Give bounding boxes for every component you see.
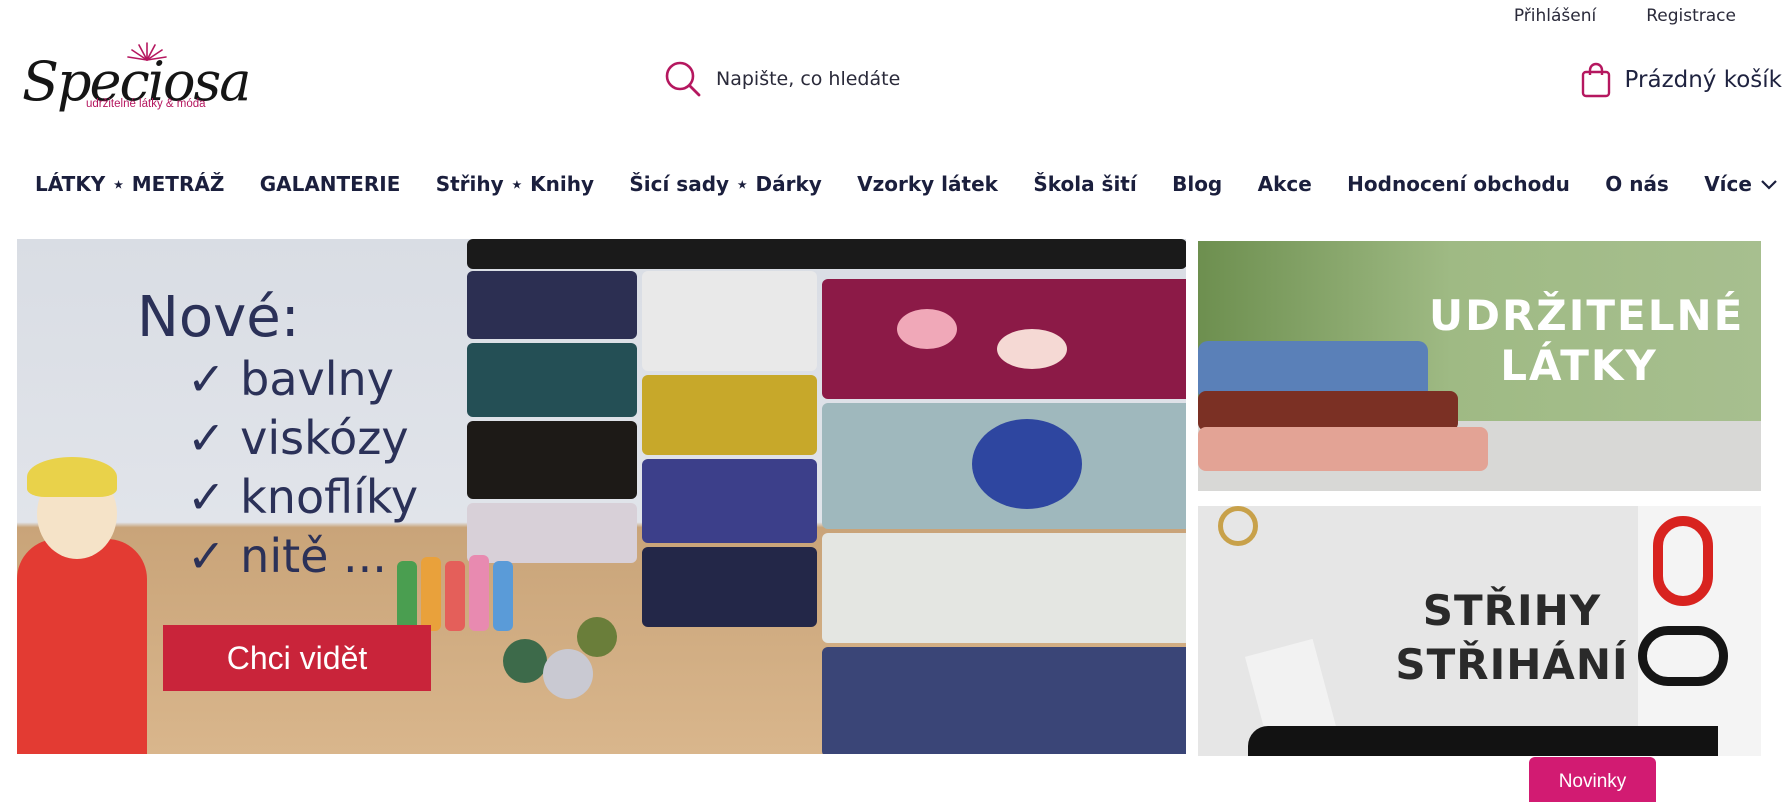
- cart[interactable]: Prázdný košík: [1581, 62, 1782, 98]
- nav-item-galanterie[interactable]: GALANTERIE: [260, 172, 401, 196]
- chevron-down-icon: [1761, 180, 1777, 190]
- nav-item-latky[interactable]: LÁTKY ⋆ METRÁŽ: [35, 172, 224, 196]
- banner-sustainable-fabrics[interactable]: UDRŽITELNÉ LÁTKY: [1198, 241, 1761, 491]
- nav-more-label: Více: [1704, 172, 1752, 196]
- banner-sustainable-line2: LÁTKY: [1500, 341, 1658, 390]
- nav-item-vzorky[interactable]: Vzorky látek: [857, 172, 998, 196]
- shopping-bag-icon: [1581, 62, 1610, 98]
- novinky-button[interactable]: Novinky: [1529, 757, 1656, 802]
- nav-item-sici-sady[interactable]: Šicí sady ⋆ Dárky: [629, 172, 821, 196]
- nav-item-hodnoceni[interactable]: Hodnocení obchodu: [1347, 172, 1570, 196]
- search-input[interactable]: [716, 68, 1236, 90]
- logo-tagline: udržitelné látky & móda: [86, 98, 206, 110]
- logo[interactable]: Speciosa udržitelné látky & móda: [22, 42, 251, 120]
- main-nav: LÁTKY ⋆ METRÁŽ GALANTERIE Střihy ⋆ Knihy…: [35, 172, 1778, 196]
- nav-item-strihy[interactable]: Střihy ⋆ Knihy: [436, 172, 594, 196]
- nav-item-skola-siti[interactable]: Škola šití: [1033, 172, 1136, 196]
- hero-bullet: ✓ nitě ...: [187, 529, 387, 583]
- search-bar: [664, 60, 1236, 98]
- banner-patterns-label: STŘIHY STŘIHÁNÍ: [1362, 584, 1662, 692]
- nav-item-akce[interactable]: Akce: [1258, 172, 1312, 196]
- banner-patterns-cutting[interactable]: STŘIHY STŘIHÁNÍ: [1198, 506, 1761, 756]
- login-link[interactable]: Přihlášení: [1514, 6, 1596, 26]
- hero-headline: Nové: ✓ bavlny ✓ viskózy ✓ knoflíky ✓ ni…: [137, 285, 418, 586]
- nav-more[interactable]: Více: [1704, 172, 1778, 196]
- nav-item-blog[interactable]: Blog: [1172, 172, 1222, 196]
- hero-bullet: ✓ knoflíky: [187, 470, 419, 524]
- nav-item-o-nas[interactable]: O nás: [1605, 172, 1669, 196]
- banner-patterns-line2: STŘIHÁNÍ: [1395, 640, 1629, 689]
- hero-title: Nové:: [137, 285, 300, 350]
- hero-bullet: ✓ viskózy: [187, 411, 409, 465]
- cart-label: Prázdný košík: [1624, 67, 1782, 93]
- hero-banner[interactable]: Nové: ✓ bavlny ✓ viskózy ✓ knoflíky ✓ ni…: [17, 239, 1186, 754]
- hero-cta-button[interactable]: Chci vidět: [163, 625, 431, 691]
- banner-patterns-line1: STŘIHY: [1422, 586, 1602, 635]
- register-link[interactable]: Registrace: [1646, 6, 1736, 26]
- banner-sustainable-label: UDRŽITELNÉ LÁTKY: [1429, 291, 1745, 391]
- top-links: Přihlášení Registrace: [1514, 6, 1736, 26]
- hero-bullet: ✓ bavlny: [187, 352, 394, 406]
- search-icon[interactable]: [664, 60, 702, 98]
- banner-sustainable-line1: UDRŽITELNÉ: [1429, 291, 1745, 340]
